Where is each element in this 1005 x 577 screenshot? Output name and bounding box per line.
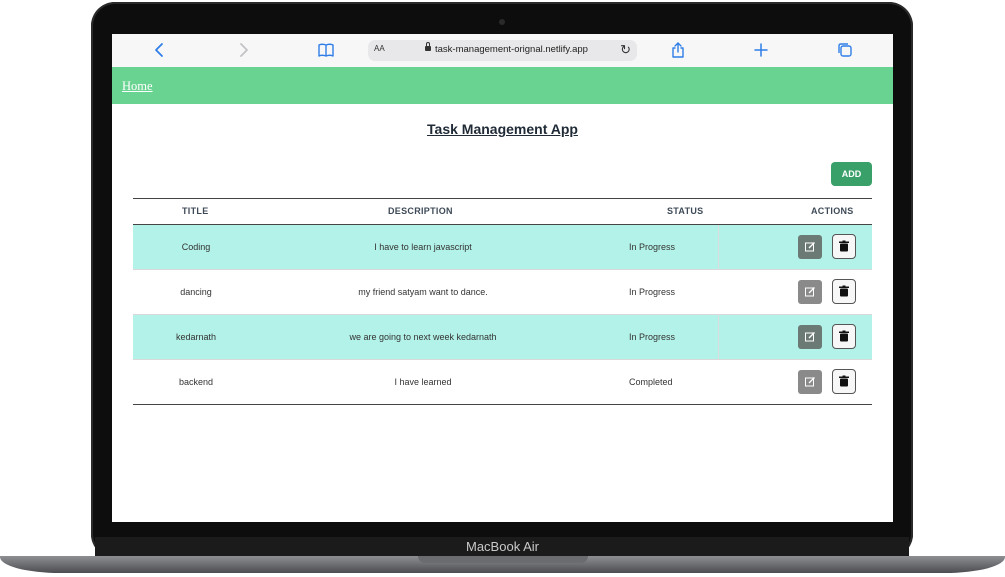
edit-button[interactable] [798,325,822,349]
trash-icon [839,285,849,297]
edit-button[interactable] [798,370,822,394]
page-title: Task Management App [112,121,893,137]
table-header: TITLE DESCRIPTION STATUS ACTIONS [133,198,872,225]
task-status: In Progress [629,287,676,297]
edit-icon [805,377,815,387]
tabs-icon[interactable] [836,41,854,59]
forward-icon[interactable] [234,41,252,59]
lock-icon [425,42,431,51]
share-icon[interactable] [669,41,687,59]
device-label: MacBook Air [466,539,539,554]
edit-icon [805,332,815,342]
new-tab-icon[interactable] [752,41,770,59]
home-link[interactable]: Home [122,79,153,94]
trash-icon [839,240,849,252]
edit-icon [805,287,815,297]
table-row: kedarnath we are going to next week keda… [133,315,872,360]
header-actions: ACTIONS [811,206,854,216]
task-title: kedarnath [175,332,217,342]
table-row: Coding I have to learn javascript In Pro… [133,225,872,270]
header-status: STATUS [667,206,704,216]
base-notch [418,556,588,563]
url-text[interactable]: task-management-orignal.netlify.app [435,44,588,55]
task-title: dancing [180,287,212,297]
address-bar[interactable]: AA task-management-orignal.netlify.app ↻ [368,40,637,61]
delete-button[interactable] [832,324,856,349]
task-description: my friend satyam want to dance. [358,287,488,297]
task-description: I have to learn javascript [374,242,472,252]
text-size-button[interactable]: AA [374,44,385,53]
screen: AA task-management-orignal.netlify.app ↻… [112,34,893,522]
table-row: backend I have learned Completed [133,360,872,405]
task-table: TITLE DESCRIPTION STATUS ACTIONS Coding … [133,198,872,405]
browser-toolbar: AA task-management-orignal.netlify.app ↻ [112,34,893,68]
task-description: we are going to next week kedarnath [349,332,497,342]
delete-button[interactable] [832,279,856,304]
header-description: DESCRIPTION [388,206,453,216]
reload-icon[interactable]: ↻ [620,42,631,58]
trash-icon [839,330,849,342]
task-status: In Progress [629,242,676,252]
camera [499,19,505,25]
bookmarks-icon[interactable] [317,41,335,59]
app-navbar: Home [112,67,893,104]
header-title: TITLE [182,206,209,216]
trash-icon [839,375,849,387]
edit-icon [805,242,815,252]
delete-button[interactable] [832,369,856,394]
edit-button[interactable] [798,235,822,259]
task-title: backend [178,377,214,387]
delete-button[interactable] [832,234,856,259]
task-status: Completed [629,377,673,387]
add-button[interactable]: ADD [831,162,872,186]
page-title-text: Task Management App [427,121,578,137]
column-divider [718,225,719,269]
task-description: I have learned [394,377,452,387]
back-icon[interactable] [151,41,169,59]
task-title: Coding [181,242,211,252]
edit-button[interactable] [798,280,822,304]
task-status: In Progress [629,332,676,342]
table-row: dancing my friend satyam want to dance. … [133,270,872,315]
column-divider [718,315,719,359]
